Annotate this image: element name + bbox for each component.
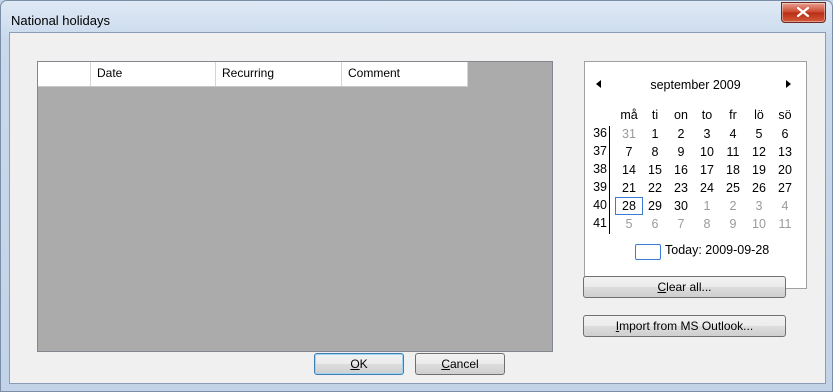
- calendar-day[interactable]: 9: [668, 144, 694, 160]
- calendar-day[interactable]: 29: [642, 198, 668, 214]
- import-outlook-button[interactable]: Import from MS Outlook...: [583, 315, 786, 337]
- calendar-day[interactable]: 2: [720, 198, 746, 214]
- grid-header-recurring[interactable]: Recurring: [216, 62, 342, 86]
- calendar-day[interactable]: 8: [694, 216, 720, 232]
- calendar-day[interactable]: 17: [694, 162, 720, 178]
- calendar-day[interactable]: 14: [616, 162, 642, 178]
- calendar-day[interactable]: 2: [668, 126, 694, 142]
- calendar-day[interactable]: 1: [694, 198, 720, 214]
- dialog-window: National holidays Date Recurring Comment…: [0, 0, 833, 392]
- calendar-day[interactable]: 30: [668, 198, 694, 214]
- calendar-day[interactable]: 3: [694, 126, 720, 142]
- clear-all-button[interactable]: Clear all...: [583, 276, 786, 298]
- calendar-day[interactable]: 15: [642, 162, 668, 178]
- calendar-day[interactable]: 11: [720, 144, 746, 160]
- calendar-day[interactable]: 31: [616, 126, 642, 142]
- close-button[interactable]: [781, 2, 826, 23]
- holidays-grid[interactable]: Date Recurring Comment: [37, 61, 553, 352]
- ok-button[interactable]: OK: [314, 353, 404, 375]
- calendar-day[interactable]: 10: [746, 216, 772, 232]
- calendar-day[interactable]: 20: [772, 162, 798, 178]
- calendar-day[interactable]: 4: [772, 198, 798, 214]
- month-calendar[interactable]: september 2009 Today: 2009-09-28 må ti on t…: [584, 61, 807, 289]
- calendar-day[interactable]: 16: [668, 162, 694, 178]
- calendar-day-today[interactable]: 28: [615, 197, 643, 215]
- calendar-day[interactable]: 22: [642, 180, 668, 196]
- calendar-day[interactable]: 9: [720, 216, 746, 232]
- calendar-day[interactable]: 26: [746, 180, 772, 196]
- week-number: 38: [593, 162, 607, 176]
- week-number: 37: [593, 144, 607, 158]
- window-title: National holidays: [11, 13, 111, 28]
- calendar-day[interactable]: 4: [720, 126, 746, 142]
- week-number: 41: [593, 216, 607, 230]
- week-number: 40: [593, 198, 607, 212]
- cancel-button[interactable]: Cancel: [415, 353, 505, 375]
- calendar-day[interactable]: 6: [642, 216, 668, 232]
- calendar-day[interactable]: 8: [642, 144, 668, 160]
- calendar-day[interactable]: 19: [746, 162, 772, 178]
- week-number: 39: [593, 180, 607, 194]
- calendar-day[interactable]: 23: [668, 180, 694, 196]
- calendar-day[interactable]: 21: [616, 180, 642, 196]
- calendar-day[interactable]: 7: [616, 144, 642, 160]
- calendar-day[interactable]: 11: [772, 216, 798, 232]
- today-link[interactable]: Today: 2009-09-28: [665, 243, 769, 257]
- calendar-day[interactable]: 1: [642, 126, 668, 142]
- calendar-day[interactable]: 5: [616, 216, 642, 232]
- weekday-header: fr: [729, 108, 737, 122]
- calendar-day[interactable]: 7: [668, 216, 694, 232]
- calendar-day[interactable]: 25: [720, 180, 746, 196]
- today-marker: [635, 244, 661, 260]
- grid-header-comment[interactable]: Comment: [342, 62, 468, 86]
- calendar-month-label[interactable]: september 2009: [585, 78, 806, 92]
- grid-header-date[interactable]: Date: [91, 62, 216, 86]
- weekday-header: sö: [778, 108, 792, 122]
- weekday-header: ti: [651, 108, 659, 122]
- calendar-day[interactable]: 24: [694, 180, 720, 196]
- weekday-header: må: [620, 108, 638, 122]
- week-number: 36: [593, 126, 607, 140]
- calendar-day[interactable]: 3: [746, 198, 772, 214]
- week-number-separator: [609, 126, 610, 234]
- calendar-day[interactable]: 12: [746, 144, 772, 160]
- calendar-day[interactable]: 27: [772, 180, 798, 196]
- weekday-header: lö: [754, 108, 764, 122]
- calendar-day[interactable]: 18: [720, 162, 746, 178]
- grid-header-row-selector[interactable]: [38, 62, 91, 86]
- close-icon: [797, 7, 809, 17]
- calendar-day[interactable]: 13: [772, 144, 798, 160]
- dialog-client-area: Date Recurring Comment september 2009 To…: [9, 32, 826, 384]
- weekday-header: to: [701, 108, 713, 122]
- title-bar[interactable]: National holidays: [1, 1, 832, 33]
- calendar-day[interactable]: 5: [746, 126, 772, 142]
- calendar-day[interactable]: 6: [772, 126, 798, 142]
- grid-header: Date Recurring Comment: [38, 62, 468, 87]
- calendar-day[interactable]: 10: [694, 144, 720, 160]
- next-month-icon[interactable]: [782, 78, 794, 90]
- weekday-header: on: [674, 108, 688, 122]
